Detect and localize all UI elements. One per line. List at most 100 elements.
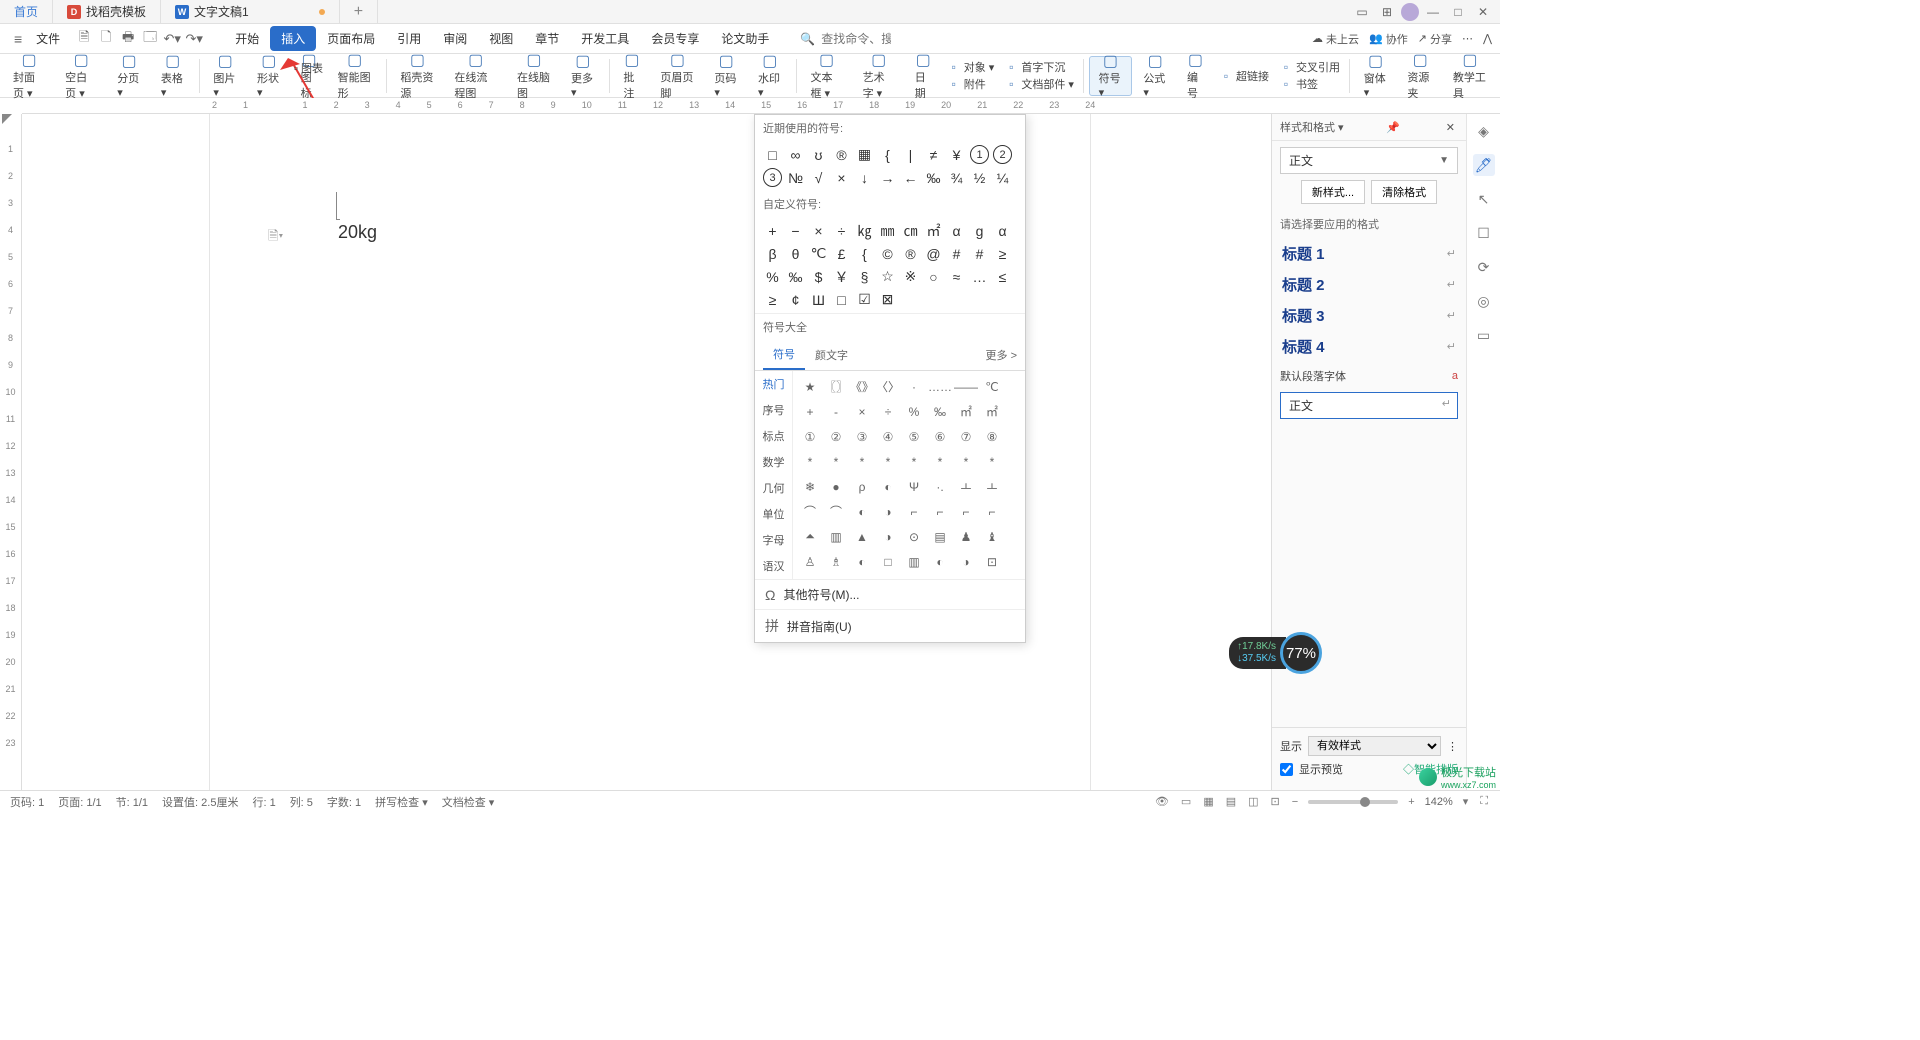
grid-icon[interactable]: ⊞ bbox=[1376, 3, 1398, 21]
avatar[interactable] bbox=[1401, 3, 1419, 21]
recent-symbol[interactable]: ¾ bbox=[945, 166, 968, 189]
custom-symbol[interactable]: { bbox=[853, 242, 876, 265]
dots-icon[interactable]: ⋮ bbox=[1447, 740, 1458, 753]
recent-symbol[interactable]: ∞ bbox=[784, 143, 807, 166]
symbol-cell[interactable]: ·. bbox=[927, 475, 953, 498]
symbol-cell[interactable]: Ψ bbox=[901, 475, 927, 498]
symbol-cell[interactable]: ◑ bbox=[875, 525, 901, 548]
zoom-dropdown-icon[interactable]: ▾ bbox=[1461, 795, 1471, 808]
menu-tab-页面布局[interactable]: 页面布局 bbox=[316, 26, 386, 51]
ribbon-封面页[interactable]: ▢封面页 ▾ bbox=[4, 56, 54, 96]
ribbon-附件[interactable]: ▫附件 bbox=[947, 76, 995, 92]
tab-home[interactable]: 首页 bbox=[0, 0, 53, 23]
custom-symbol[interactable]: + bbox=[761, 219, 784, 242]
ribbon-对象[interactable]: ▫对象 ▾ bbox=[947, 59, 995, 75]
ribbon-分页[interactable]: ▢分页 ▾ bbox=[108, 56, 150, 96]
recent-symbol[interactable]: ↓ bbox=[853, 166, 876, 189]
custom-symbol[interactable]: ㎜ bbox=[876, 219, 899, 242]
custom-symbol[interactable]: ÷ bbox=[830, 219, 853, 242]
symbol-cell[interactable]: ◑ bbox=[953, 550, 979, 573]
symbol-cell[interactable]: · bbox=[901, 375, 927, 398]
style-item[interactable]: 标题 1↵ bbox=[1278, 238, 1460, 269]
symbol-cell[interactable]: + bbox=[797, 400, 823, 423]
symbol-cell[interactable]: ● bbox=[823, 475, 849, 498]
new-icon[interactable]: 🗎 bbox=[74, 29, 94, 49]
custom-symbol[interactable]: ㎝ bbox=[899, 219, 922, 242]
symbol-cell[interactable]: ⑦ bbox=[953, 425, 979, 448]
expand-icon[interactable]: ⋀ bbox=[1483, 32, 1492, 45]
rail-book-icon[interactable]: ▭ bbox=[1473, 324, 1495, 346]
tab-templates[interactable]: D 找稻壳模板 bbox=[53, 0, 161, 23]
document-canvas[interactable]: 🗎▾ 20kg 近期使用的符号: □∞ʊ®▦{|≠¥123№√×↓→←‰¾½¼ … bbox=[22, 114, 1271, 790]
custom-symbol[interactable]: □ bbox=[830, 288, 853, 311]
clear-format-button[interactable]: 清除格式 bbox=[1371, 180, 1437, 204]
symbol-cell[interactable]: % bbox=[901, 400, 927, 423]
new-style-button[interactable]: 新样式... bbox=[1301, 180, 1365, 204]
custom-symbol[interactable]: ≈ bbox=[945, 265, 968, 288]
symbol-cell[interactable]: ◐ bbox=[849, 550, 875, 573]
symbol-tab-kaomoji[interactable]: 颜文字 bbox=[805, 341, 858, 369]
symbol-cell[interactable]: * bbox=[953, 450, 979, 473]
rail-brush-icon[interactable]: 🖊 bbox=[1473, 154, 1495, 176]
collab-link[interactable]: 👥协作 bbox=[1369, 31, 1408, 47]
symbol-cell[interactable]: ▥ bbox=[823, 525, 849, 548]
status-item[interactable]: 行: 1 bbox=[252, 794, 275, 810]
custom-symbol[interactable]: ⊠ bbox=[876, 288, 899, 311]
tab-add[interactable]: + bbox=[340, 0, 378, 23]
more-icon[interactable]: ⋯ bbox=[1462, 32, 1473, 45]
custom-symbol[interactable]: α bbox=[945, 219, 968, 242]
symbol-category[interactable]: 语汉 bbox=[755, 553, 792, 579]
custom-symbol[interactable]: ≥ bbox=[761, 288, 784, 311]
symbol-cell[interactable]: * bbox=[901, 450, 927, 473]
ribbon-资源夹[interactable]: ▢资源夹 bbox=[1398, 56, 1442, 96]
custom-symbol[interactable]: ☑ bbox=[853, 288, 876, 311]
recent-symbol[interactable]: ® bbox=[830, 143, 853, 166]
custom-symbol[interactable]: © bbox=[876, 242, 899, 265]
style-item[interactable]: 标题 4↵ bbox=[1278, 331, 1460, 362]
recent-symbol[interactable]: √ bbox=[807, 166, 830, 189]
current-style-select[interactable]: 正文 ▼ bbox=[1280, 147, 1458, 174]
close-panel-icon[interactable]: ✕ bbox=[1443, 121, 1458, 134]
custom-symbol[interactable]: @ bbox=[922, 242, 945, 265]
recent-symbol[interactable]: ‰ bbox=[922, 166, 945, 189]
symbol-cell[interactable]: ♝ bbox=[979, 525, 1005, 548]
preview-icon[interactable]: 🗔 bbox=[140, 29, 160, 49]
ribbon-批注[interactable]: ▢批注 bbox=[614, 56, 649, 96]
symbol-cell[interactable]: ♟ bbox=[953, 525, 979, 548]
ribbon-表格[interactable]: ▢表格 ▾ bbox=[152, 56, 194, 96]
recent-symbol[interactable]: ▦ bbox=[853, 143, 876, 166]
symbol-category[interactable]: 序号 bbox=[755, 397, 792, 423]
recent-symbol[interactable]: ¥ bbox=[945, 143, 968, 166]
style-item[interactable]: 标题 3↵ bbox=[1278, 300, 1460, 331]
open-icon[interactable]: 🗋 bbox=[96, 29, 116, 49]
ribbon-图片[interactable]: ▢图片 ▾ bbox=[204, 56, 246, 96]
ribbon-文档部件[interactable]: ▫文档部件 ▾ bbox=[1004, 76, 1074, 92]
symbol-cell[interactable]: ㅗ bbox=[953, 475, 979, 498]
recent-symbol[interactable]: ¼ bbox=[991, 166, 1014, 189]
recent-symbol[interactable]: | bbox=[899, 143, 922, 166]
ribbon-在线流程图[interactable]: ▢在线流程图 bbox=[445, 56, 506, 96]
symbol-cell[interactable]: ㎡ bbox=[953, 400, 979, 423]
symbol-cell[interactable]: ▥ bbox=[901, 550, 927, 573]
symbol-cell[interactable]: ⑧ bbox=[979, 425, 1005, 448]
rail-refresh-icon[interactable]: ⟳ bbox=[1473, 256, 1495, 278]
symbol-cell[interactable]: × bbox=[849, 400, 875, 423]
symbol-cell[interactable]: * bbox=[979, 450, 1005, 473]
fullscreen-icon[interactable]: ⛶ bbox=[1478, 795, 1490, 808]
view-eye-icon[interactable]: 👁 bbox=[1153, 795, 1171, 808]
symbol-cell[interactable]: ⌐ bbox=[979, 500, 1005, 523]
status-item[interactable]: 文档检查 ▾ bbox=[442, 794, 495, 810]
symbol-cell[interactable]: ⌐ bbox=[901, 500, 927, 523]
ribbon-稻壳资源[interactable]: ▢稻壳资源 bbox=[391, 56, 443, 96]
status-item[interactable]: 设置值: 2.5厘米 bbox=[162, 794, 238, 810]
symbol-cell[interactable]: ⊙ bbox=[901, 525, 927, 548]
layout-icon[interactable]: ▭ bbox=[1351, 3, 1373, 21]
ribbon-空白页[interactable]: ▢空白页 ▾ bbox=[56, 56, 106, 96]
symbol-cell[interactable]: * bbox=[927, 450, 953, 473]
custom-symbol[interactable]: − bbox=[784, 219, 807, 242]
recent-symbol[interactable]: ʊ bbox=[807, 143, 830, 166]
recent-symbol[interactable]: 2 bbox=[993, 145, 1012, 164]
ribbon-页码[interactable]: ▢页码 ▾ bbox=[705, 56, 747, 96]
symbol-cell[interactable]: ⌒ bbox=[823, 500, 849, 523]
ribbon-文本框[interactable]: ▢文本框 ▾ bbox=[801, 56, 851, 96]
